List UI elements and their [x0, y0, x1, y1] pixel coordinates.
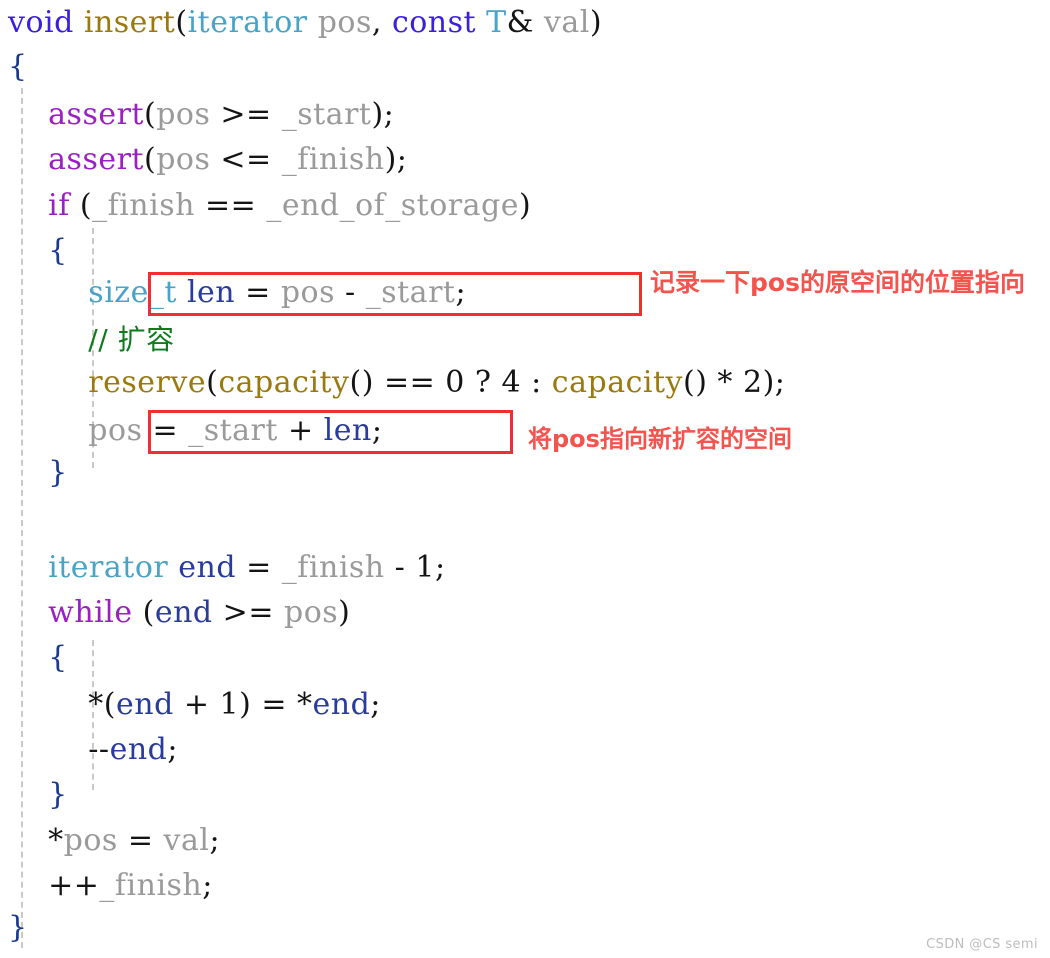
code-line-16: *(end + 1) = *end;	[8, 687, 381, 722]
code-line-20: ++_finish;	[8, 868, 213, 903]
highlight-box-pos-reassign	[148, 410, 513, 454]
code-line-8: // 扩容	[8, 325, 175, 355]
token-macro-assert: assert	[48, 97, 144, 132]
token-brace-open-while: {	[48, 640, 68, 675]
token-keyword-while: while	[48, 595, 133, 630]
code-line-17: --end;	[8, 732, 178, 767]
token-function-capacity: capacity	[551, 365, 683, 400]
token-var-pos: pos	[317, 5, 372, 40]
token-brace-close-if: }	[48, 455, 68, 490]
token-brace-close-body: }	[8, 910, 28, 945]
token-brace-close-while: }	[48, 777, 68, 812]
annotation-record-original-pos: 记录一下pos的原空间的位置指向	[650, 268, 1025, 297]
code-canvas: void insert(iterator pos, const T& val) …	[0, 0, 1050, 958]
code-line-5: if (_finish == _end_of_storage)	[48, 188, 532, 223]
code-line-2: {	[8, 52, 28, 82]
token-brace-open-body: {	[8, 49, 28, 84]
highlight-box-size-t-len	[148, 272, 642, 316]
annotation-point-pos-to-new-space: 将pos指向新扩容的空间	[528, 425, 792, 453]
token-brace-open-if: {	[48, 233, 68, 268]
token-comment-kuorong: // 扩容	[88, 323, 175, 356]
token-function-capacity: capacity	[218, 365, 350, 400]
token-keyword-void: void	[8, 5, 74, 40]
token-function-reserve: reserve	[88, 365, 207, 400]
token-var-finish: _finish	[281, 142, 385, 177]
token-var-end: end	[178, 550, 237, 585]
token-type-T: T	[486, 5, 507, 40]
code-line-4: assert(pos <= _finish);	[48, 142, 408, 177]
code-line-9: reserve(capacity() == 0 ? 4 : capacity()…	[88, 365, 786, 400]
token-var-start: _start	[281, 97, 372, 132]
token-var-val: val	[543, 5, 590, 40]
token-type-iterator: iterator	[48, 550, 169, 585]
token-keyword-const: const	[391, 5, 477, 40]
code-line-13: iterator end = _finish - 1;	[48, 550, 446, 585]
token-type-iterator: iterator	[187, 5, 308, 40]
code-line-18: }	[8, 780, 68, 810]
code-line-14: while (end >= pos)	[48, 595, 351, 630]
token-var-end-of-storage: _end_of_storage	[266, 188, 519, 223]
code-line-19: *pos = val;	[8, 823, 221, 858]
watermark: CSDN @CS semi	[926, 937, 1038, 952]
token-function-insert: insert	[83, 5, 176, 40]
code-line-6: {	[8, 236, 68, 266]
code-line-21: }	[8, 913, 28, 943]
code-line-15: {	[8, 643, 68, 673]
code-line-11: }	[8, 458, 68, 488]
token-macro-assert: assert	[48, 142, 144, 177]
code-line-3: assert(pos >= _start);	[48, 97, 395, 132]
code-line-1: void insert(iterator pos, const T& val)	[8, 5, 603, 40]
token-keyword-if: if	[48, 188, 70, 223]
